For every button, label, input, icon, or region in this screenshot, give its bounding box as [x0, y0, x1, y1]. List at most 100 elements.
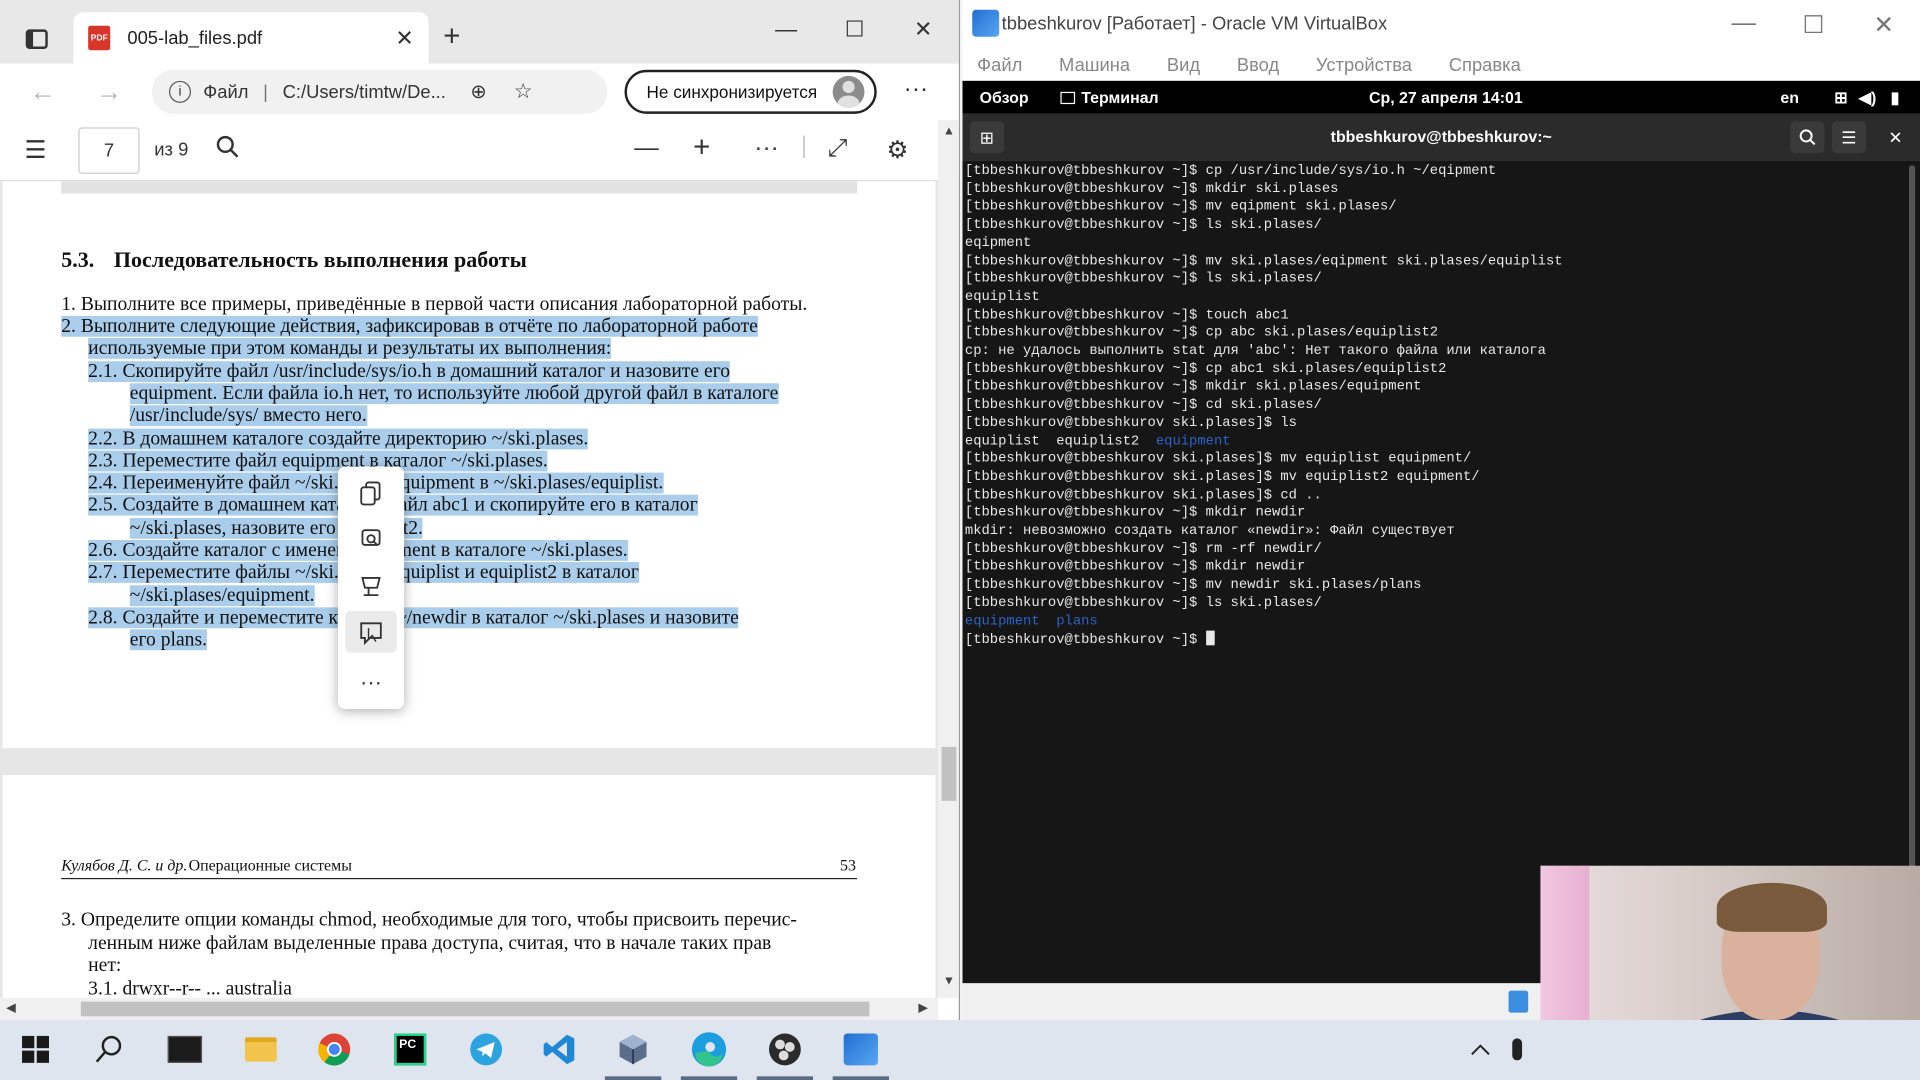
search-taskbar-icon[interactable]	[91, 1031, 128, 1068]
clock[interactable]: Ср, 27 апреля 14:01	[1369, 88, 1523, 106]
back-button[interactable]: ←	[29, 76, 56, 108]
scroll-up-icon[interactable]: ▲	[943, 125, 955, 138]
menu-view[interactable]: Вид	[1167, 54, 1200, 75]
zoom-out-icon[interactable]: —	[634, 135, 658, 163]
network-icon[interactable]: ⊞	[1834, 88, 1847, 108]
pdf-settings-icon[interactable]: ⚙	[887, 135, 909, 166]
battery-icon[interactable]: ▮	[1891, 88, 1900, 108]
tab-actions-button[interactable]	[15, 17, 59, 61]
menu-help[interactable]: Справка	[1449, 54, 1521, 75]
terminal-icon	[1060, 91, 1076, 105]
pycharm-icon[interactable]: PC	[392, 1031, 429, 1068]
hscrollbar-thumb[interactable]	[80, 1001, 870, 1017]
minimize-button[interactable]: —	[762, 17, 811, 43]
edge-icon[interactable]	[691, 1031, 728, 1068]
page-number-input[interactable]: 7	[78, 127, 140, 174]
vbox-window-title: tbbeshkurov [Работает] - Oracle VM Virtu…	[1001, 13, 1388, 35]
maximize-button[interactable]: ☐	[830, 17, 879, 43]
terminal-menu-icon[interactable]: ☰	[1831, 121, 1867, 154]
terminal-line: [tbbeshkurov@tbbeshkurov ~]$ ls ski.plas…	[964, 218, 1322, 233]
add-favorite-icon[interactable]: ☆	[514, 80, 533, 104]
profile-sync-button[interactable]: Не синхронизируется	[624, 69, 877, 114]
tab-close-button[interactable]: ✕	[395, 25, 413, 51]
vm-running-indicator	[832, 1076, 889, 1080]
menu-machine[interactable]: Машина	[1059, 54, 1130, 75]
menu-file[interactable]: Файл	[977, 54, 1022, 75]
vbox-titlebar: tbbeshkurov [Работает] - Oracle VM Virtu…	[962, 0, 1920, 49]
pdf-text-line: 2.3. Переместите файл equipment в катало…	[88, 450, 548, 472]
pdf-page-next: Кулябов Д. С. и др. Операционные системы…	[2, 775, 936, 998]
file-explorer-icon[interactable]	[242, 1031, 279, 1068]
zoom-in-icon[interactable]: +	[693, 131, 710, 165]
new-tab-button[interactable]: +	[443, 20, 460, 54]
tray-overflow-icon[interactable]	[1462, 1031, 1499, 1068]
vertical-scrollbar[interactable]: ▲ ▼	[937, 120, 959, 998]
url-scheme: Файл	[203, 81, 249, 103]
virtualbox-running-indicator	[604, 1076, 662, 1080]
horizontal-scrollbar[interactable]: ◀ ▶	[0, 997, 938, 1021]
tab-title: 005-lab_files.pdf	[127, 27, 263, 49]
menu-devices[interactable]: Устройства	[1316, 54, 1412, 75]
contents-icon[interactable]: ☰	[24, 135, 46, 166]
terminal-search-icon[interactable]	[1790, 121, 1825, 154]
define-icon[interactable]	[354, 523, 388, 557]
pdf-text-line: 3.1. drwxr--r-- ... australia	[88, 977, 292, 998]
terminal-line: [tbbeshkurov@tbbeshkurov ~]$ cp abc1 ski…	[964, 362, 1447, 377]
terminal-scrollbar[interactable]	[1908, 165, 1916, 980]
more-actions-icon[interactable]: ···	[354, 665, 388, 699]
vscode-icon[interactable]	[541, 1031, 578, 1068]
tab-pdf[interactable]: PDF 005-lab_files.pdf ✕	[73, 12, 429, 64]
terminal-line: [tbbeshkurov@tbbeshkurov ski.plases]$ mv…	[964, 452, 1472, 467]
avatar	[832, 75, 865, 108]
copy-icon[interactable]	[354, 476, 388, 510]
close-window-button[interactable]: ✕	[899, 17, 948, 43]
forward-button[interactable]: →	[96, 76, 123, 108]
vbox-close-button[interactable]: ✕	[1873, 10, 1894, 41]
highlight-icon[interactable]	[354, 569, 388, 603]
virtualbox-cube-icon[interactable]	[615, 1031, 652, 1068]
menu-input[interactable]: Ввод	[1237, 54, 1279, 75]
pdf-toolbar: ☰ 7 из 9 — + ··· | ⤢ ⚙	[0, 120, 959, 182]
keyboard-layout[interactable]: en	[1780, 88, 1799, 106]
page-count: из 9	[154, 139, 189, 161]
scroll-right-icon[interactable]: ▶	[918, 1002, 927, 1015]
terminal-line: [tbbeshkurov@tbbeshkurov ~]$ mv ski.plas…	[964, 254, 1563, 269]
address-bar-row: ← → i Файл | C:/Users/timtw/De... ⊕ ☆ Не…	[0, 63, 959, 121]
terminal-title: tbbeshkurov@tbbeshkurov:~	[1330, 127, 1552, 146]
volume-icon[interactable]: ◀)	[1859, 88, 1877, 108]
chrome-icon[interactable]	[316, 1031, 353, 1068]
windows-start-icon[interactable]	[17, 1031, 54, 1068]
info-icon[interactable]: i	[168, 80, 192, 103]
vbox-minimize-button[interactable]: —	[1731, 10, 1755, 38]
pdf-text-line: используемые при этом команды и результа…	[88, 337, 612, 359]
pdf-text-line: /usr/include/sys/ вместо него.	[129, 405, 367, 427]
vbox-menubar: Файл Машина Вид Ввод Устройства Справка	[962, 49, 1920, 81]
obs-icon[interactable]	[767, 1031, 804, 1068]
scroll-down-icon[interactable]: ▼	[943, 975, 955, 988]
read-aloud-icon[interactable]	[345, 611, 397, 653]
search-icon[interactable]	[216, 135, 240, 167]
desktop: PDF 005-lab_files.pdf ✕ + — ☐ ✕ ← → i Фа…	[0, 0, 1920, 1080]
address-bar[interactable]: i Файл | C:/Users/timtw/De... ⊕ ☆	[151, 69, 608, 114]
terminal-output[interactable]: [tbbeshkurov@tbbeshkurov ~]$ cp /usr/inc…	[962, 160, 1920, 984]
vbox-status-icon[interactable]	[1508, 990, 1529, 1013]
microphone-icon[interactable]	[1499, 1031, 1536, 1068]
terminal-line: [tbbeshkurov@tbbeshkurov ski.plases]$ mv…	[964, 470, 1480, 485]
footer-rule	[61, 877, 858, 880]
scrollbar-thumb[interactable]	[941, 746, 957, 801]
pdf-viewer[interactable]: 5.3. Последовательность выполнения работы…	[0, 181, 938, 998]
directory-listing: equipment plans	[964, 614, 1098, 629]
vbox-maximize-button[interactable]: ☐	[1802, 10, 1824, 41]
fit-page-icon[interactable]: ⤢	[828, 135, 848, 163]
settings-more-icon[interactable]: ···	[904, 76, 928, 104]
telegram-icon[interactable]	[468, 1031, 505, 1068]
scroll-left-icon[interactable]: ◀	[6, 1002, 15, 1015]
terminal-headerbar: ⊞ tbbeshkurov@tbbeshkurov:~ ☰ ✕	[962, 113, 1920, 161]
app-menu-terminal[interactable]: Терминал	[1060, 88, 1159, 107]
activities-button[interactable]: Обзор	[980, 88, 1029, 106]
more-options-icon[interactable]: ···	[754, 135, 778, 163]
terminal-app-icon[interactable]	[167, 1031, 204, 1068]
zoom-icon[interactable]: ⊕	[470, 80, 486, 104]
virtualbox-vm-icon[interactable]	[842, 1031, 879, 1068]
terminal-close-icon[interactable]: ✕	[1878, 121, 1912, 153]
